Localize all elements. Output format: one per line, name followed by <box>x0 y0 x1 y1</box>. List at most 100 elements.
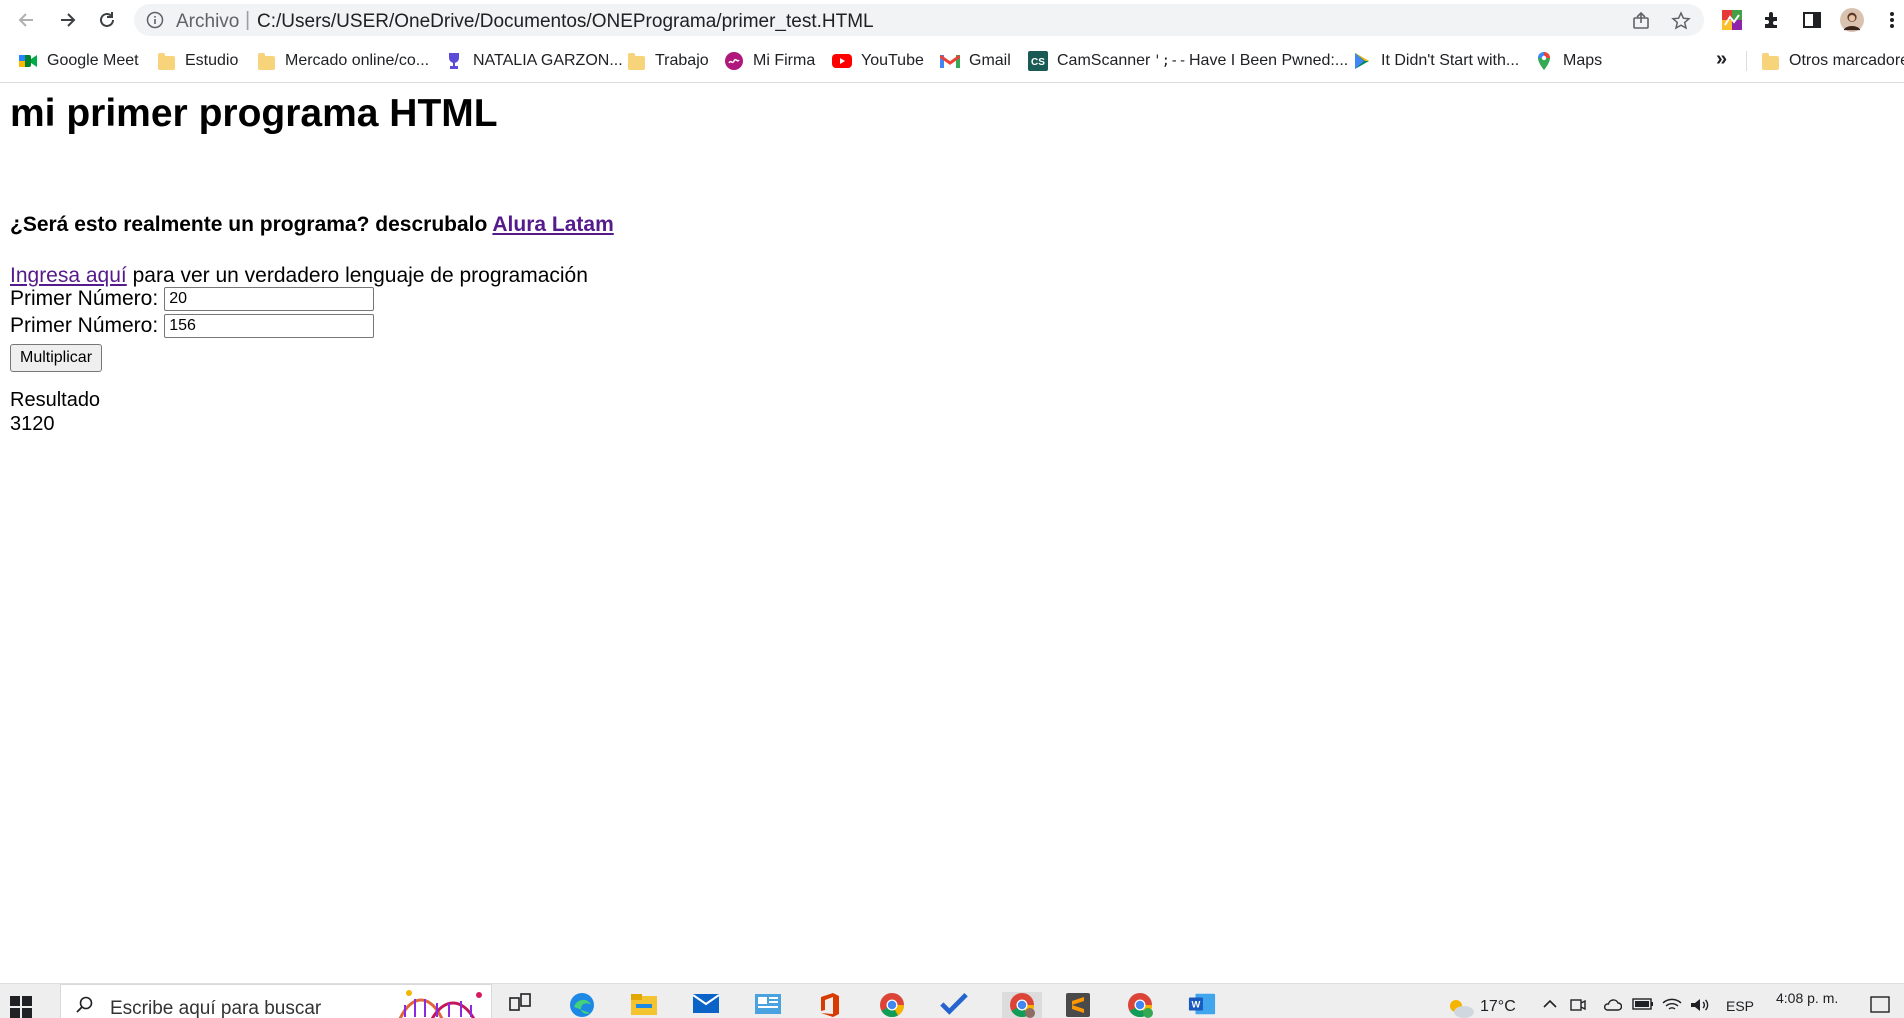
more-bookmarks-chevron[interactable]: » <box>1716 48 1727 71</box>
search-icon <box>76 996 93 1013</box>
bookmark-label: Maps <box>1563 52 1603 69</box>
bookmark-google-meet[interactable]: Google Meet <box>18 50 139 72</box>
taskbar-mail[interactable] <box>692 992 720 1018</box>
taskbar-clock[interactable]: 4:08 p. m. <box>1776 990 1838 1006</box>
profile-button[interactable] <box>1840 8 1864 32</box>
bookmark-label: Mi Firma <box>753 52 816 69</box>
chrome-icon <box>1128 993 1153 1018</box>
bookmark-natalia-garzon[interactable]: NATALIA GARZON... <box>444 50 623 72</box>
folder-icon <box>1760 51 1780 71</box>
extensions-menu-button[interactable] <box>1760 8 1784 32</box>
browser-menu-button[interactable] <box>1880 8 1904 32</box>
result-value: 3120 <box>10 413 55 435</box>
windows-start-icon[interactable] <box>10 996 32 1018</box>
taskbar-search-box[interactable]: Escribe aquí para buscar <box>60 984 492 1018</box>
folder-icon <box>156 51 176 71</box>
taskbar-edge[interactable] <box>568 992 596 1018</box>
taskbar-todo[interactable] <box>940 992 968 1018</box>
control-panel-icon <box>755 994 781 1014</box>
bookmark-label: NATALIA GARZON... <box>473 52 623 69</box>
taskbar-sublime[interactable] <box>1064 992 1092 1018</box>
result-label: Resultado <box>10 389 101 411</box>
share-icon <box>1633 11 1649 29</box>
first-number-input[interactable] <box>164 287 375 311</box>
ingresa-aqui-link[interactable]: Ingresa aquí <box>10 264 127 287</box>
reload-icon <box>100 12 114 27</box>
taskbar-chrome-2[interactable] <box>1126 992 1154 1018</box>
input-language[interactable]: ESP <box>1726 998 1754 1014</box>
bookmark-trabajo[interactable]: Trabajo <box>626 50 709 72</box>
bookmark-star-button[interactable] <box>1670 10 1692 32</box>
notifications-icon[interactable] <box>1870 996 1890 1014</box>
bookmark-maps[interactable]: Maps <box>1534 50 1602 72</box>
bookmark-mercado-online[interactable]: Mercado online/co... <box>256 50 429 72</box>
avatar <box>1840 8 1864 32</box>
bookmark-gmail[interactable]: Gmail <box>940 50 1011 72</box>
play-books-icon <box>1352 51 1372 71</box>
volume-icon[interactable] <box>1690 998 1710 1012</box>
camscanner-icon: CS <box>1028 51 1048 71</box>
weather-partly-cloudy-icon[interactable] <box>1446 996 1476 1018</box>
second-number-input[interactable] <box>164 314 375 338</box>
share-button[interactable] <box>1630 10 1652 32</box>
todo-check-icon <box>940 993 968 1015</box>
url-text[interactable]: C:/Users/USER/OneDrive/Documentos/ONEPro… <box>257 11 874 33</box>
windows-taskbar: Escribe aquí para buscar W 17°C ESP 4:08… <box>0 983 1904 1018</box>
search-placeholder: Escribe aquí para buscar <box>110 998 322 1018</box>
bookmark-label: CamScanner <box>1057 52 1151 69</box>
address-bar[interactable]: Archivo | C:/Users/USER/OneDrive/Documen… <box>134 4 1704 36</box>
reload-button[interactable] <box>92 6 122 34</box>
meet-now-icon[interactable] <box>1570 998 1586 1012</box>
chevron-up-icon[interactable] <box>1542 998 1558 1010</box>
bookmark-label: Otros marcadores <box>1789 52 1904 69</box>
bookmark-have-i-been-pwned[interactable]: ';-- Have I Been Pwned:... <box>1153 50 1348 72</box>
bookmark-otros-marcadores[interactable]: Otros marcadores <box>1760 50 1904 72</box>
taskbar-control-panel[interactable] <box>754 992 782 1018</box>
svg-text:W: W <box>1192 1000 1201 1010</box>
bookmark-estudio[interactable]: Estudio <box>156 50 238 72</box>
onedrive-cloud-icon[interactable] <box>1602 998 1622 1012</box>
multiplicar-button[interactable]: Multiplicar <box>10 344 103 372</box>
bookmark-label: Trabajo <box>655 52 709 69</box>
taskbar-office[interactable] <box>816 992 844 1018</box>
trophy-icon <box>444 51 464 71</box>
file-explorer-icon <box>631 994 657 1015</box>
side-panel-button[interactable] <box>1800 8 1824 32</box>
extension-button[interactable] <box>1720 8 1744 32</box>
folder-icon <box>256 51 276 71</box>
back-button[interactable] <box>12 6 42 34</box>
alura-latam-link[interactable]: Alura Latam <box>492 213 613 236</box>
bookmark-camscanner[interactable]: CS CamScanner <box>1028 50 1150 72</box>
task-view-button[interactable] <box>506 992 534 1018</box>
bookmark-label: YouTube <box>861 52 924 69</box>
bookmark-label: Estudio <box>185 52 239 69</box>
word-icon: W <box>1188 993 1216 1015</box>
forward-button[interactable] <box>52 6 82 34</box>
info-icon[interactable] <box>146 11 164 29</box>
taskbar-chrome[interactable] <box>878 992 906 1018</box>
wifi-icon[interactable] <box>1662 998 1682 1012</box>
bookmark-label: Mercado online/co... <box>285 52 430 69</box>
taskbar-word[interactable]: W <box>1188 992 1216 1018</box>
second-number-label: Primer Número: <box>10 314 159 337</box>
bookmark-mi-firma[interactable]: Mi Firma <box>724 50 815 72</box>
bookmark-label: Gmail <box>969 52 1011 69</box>
search-highlight-illustration-icon <box>398 990 482 1018</box>
hibp-icon: ';-- <box>1153 53 1187 69</box>
bookmarks-bar: Google Meet Estudio Mercado online/co...… <box>0 40 1904 83</box>
ingresa-text: para ver un verdadero lenguaje de progra… <box>132 264 588 287</box>
first-number-row: Primer Número: <box>10 287 375 311</box>
bookmark-label: Google Meet <box>47 52 139 69</box>
taskbar-chrome-active[interactable] <box>1002 992 1042 1018</box>
battery-icon[interactable] <box>1632 998 1654 1010</box>
question-heading: ¿Será esto realmente un programa? descru… <box>10 213 614 237</box>
bookmark-youtube[interactable]: YouTube <box>832 50 924 72</box>
bookmark-label: It Didn't Start with... <box>1381 52 1520 69</box>
bookmark-it-didnt-start[interactable]: It Didn't Start with... <box>1352 50 1519 72</box>
svg-text:CS: CS <box>1031 57 1045 68</box>
side-panel-icon <box>1803 12 1821 28</box>
task-view-icon <box>509 993 531 1011</box>
file-scheme-label: Archivo <box>176 11 240 32</box>
weather-temperature[interactable]: 17°C <box>1480 998 1516 1016</box>
taskbar-file-explorer[interactable] <box>630 992 658 1018</box>
